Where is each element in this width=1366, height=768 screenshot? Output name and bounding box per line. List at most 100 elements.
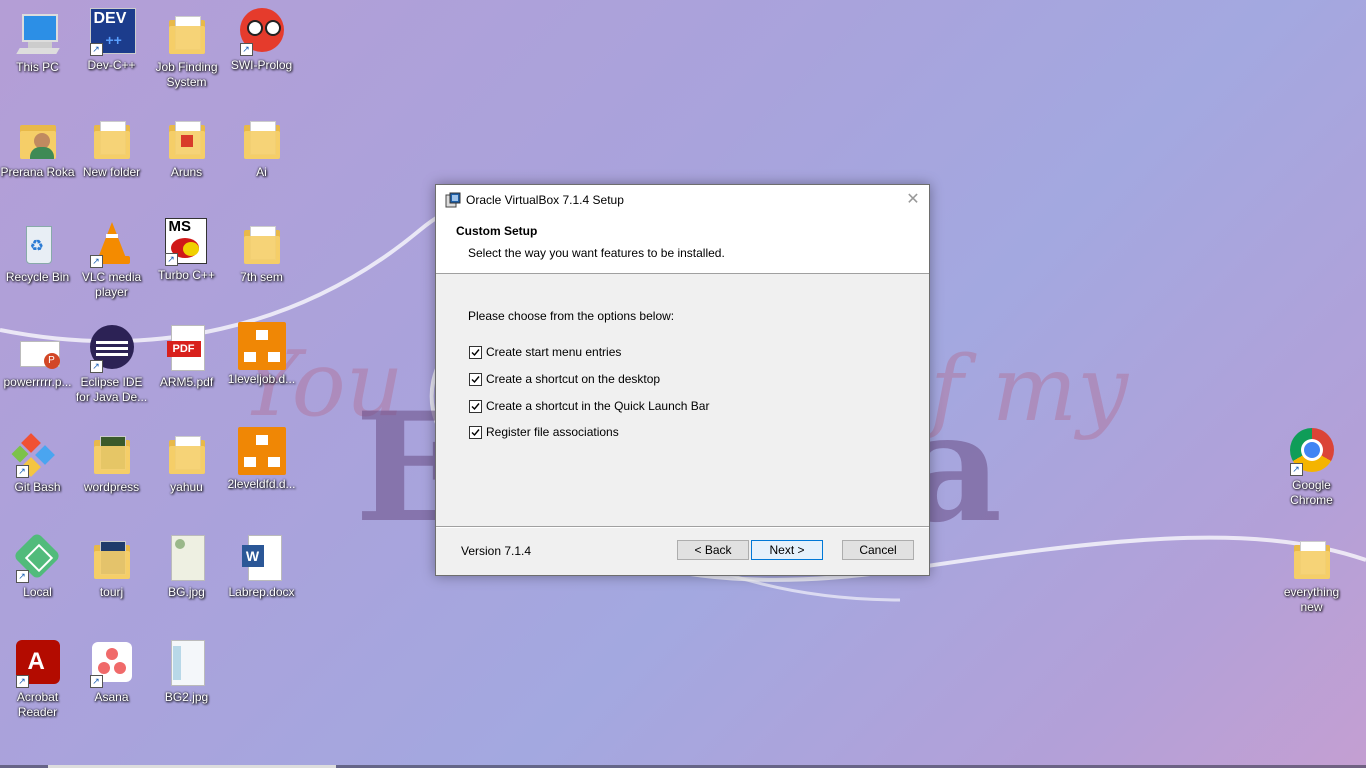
acrobat-icon: A ↗ [14, 640, 62, 688]
pdf-file-icon: PDF [163, 325, 211, 373]
option-file-associations[interactable]: Register file associations [469, 424, 619, 440]
desktop-icon-powerrrrr[interactable]: P powerrrrr.p... [0, 325, 75, 390]
desktop-icon-label: Local [23, 585, 52, 599]
desktop-icon-label: tourj [99, 585, 124, 599]
desktop-icon-label: Job Finding System [155, 60, 218, 89]
option-desktop-shortcut[interactable]: Create a shortcut on the desktop [469, 371, 660, 387]
desktop-icon-asana[interactable]: ↗ Asana [74, 640, 149, 705]
desktop-icon-1leveljob[interactable]: 1leveljob.d... [224, 322, 299, 387]
folder-icon [163, 430, 211, 478]
shortcut-arrow-icon: ↗ [89, 255, 103, 268]
shortcut-arrow-icon: ↗ [239, 43, 253, 56]
desktop-icon-aruns[interactable]: Aruns [149, 115, 224, 180]
desktop-icon-vlc[interactable]: ↗ VLC media player [74, 220, 149, 300]
desktop-icon-label: Recycle Bin [5, 270, 70, 284]
header-subtitle: Select the way you want features to be i… [468, 246, 725, 260]
desktop-icon-label: Ai [256, 165, 267, 179]
next-button[interactable]: Next > [751, 540, 823, 560]
dialog-header: Custom Setup Select the way you want fea… [436, 215, 929, 274]
dialog-title: Oracle VirtualBox 7.1.4 Setup [466, 193, 624, 207]
close-icon[interactable]: ✕ [903, 189, 923, 211]
option-start-menu-entries[interactable]: Create start menu entries [469, 344, 621, 360]
git-icon: ↗ [11, 430, 62, 478]
computer-icon [14, 10, 62, 58]
shortcut-arrow-icon: ↗ [164, 253, 178, 266]
checkbox-checked[interactable] [469, 399, 482, 413]
desktop-icon-wordpress[interactable]: wordpress [74, 430, 149, 495]
image-file-icon [163, 640, 211, 688]
desktop-icon-label: SWI-Prolog [230, 58, 293, 72]
desktop-icon-label: 7th sem [240, 270, 283, 284]
desktop-icon-acrobat-reader[interactable]: A ↗ Acrobat Reader [0, 640, 75, 720]
desktop-icon-dev-cpp[interactable]: DEV ++ ↗ Dev-C++ [74, 8, 149, 73]
desktop-icon-local[interactable]: ↗ Local [0, 531, 75, 600]
desktop-icon-2leveldfd[interactable]: 2leveldfd.d... [224, 427, 299, 492]
turbo-cpp-icon: MS ↗ [163, 218, 211, 266]
desktop-icon-labrep-docx[interactable]: W Labrep.docx [224, 535, 299, 600]
desktop-icon-label: powerrrrr.p... [3, 375, 72, 389]
checkbox-checked[interactable] [469, 372, 482, 386]
desktop-icon-git-bash[interactable]: ↗ Git Bash [0, 430, 75, 495]
user-folder-icon [14, 115, 62, 163]
word-file-icon: W [238, 535, 286, 583]
desktop-icon-new-folder[interactable]: New folder [74, 115, 149, 180]
owl-icon: ↗ [238, 8, 286, 56]
checkbox-checked[interactable] [469, 425, 482, 439]
desktop-icon-label: Asana [94, 690, 129, 704]
desktop-icon-arm5-pdf[interactable]: PDF ARM5.pdf [149, 325, 224, 390]
desktop-icon-prerana-roka[interactable]: Prerana Roka [0, 115, 75, 180]
desktop-icon-label: Eclipse IDE for Java De... [75, 375, 148, 404]
desktop-icon-label: 2leveldfd.d... [227, 477, 296, 491]
drawio-icon [237, 427, 286, 475]
asana-icon: ↗ [88, 640, 136, 688]
desktop-icon-7th-sem[interactable]: 7th sem [224, 220, 299, 285]
option-label: Create start menu entries [486, 345, 622, 359]
folder-icon [88, 115, 136, 163]
local-icon: ↗ [12, 531, 62, 583]
checkbox-checked[interactable] [469, 345, 482, 359]
desktop-icon-bg2-jpg[interactable]: BG2.jpg [149, 640, 224, 705]
desktop-icon-label: This PC [16, 60, 59, 74]
folder-icon [1288, 535, 1336, 583]
header-title: Custom Setup [456, 224, 538, 238]
desktop-icon-turbo-cpp[interactable]: MS ↗ Turbo C++ [149, 218, 224, 283]
option-label: Create a shortcut in the Quick Launch Ba… [486, 399, 710, 413]
desktop-icon-swi-prolog[interactable]: ↗ SWI-Prolog [224, 8, 299, 73]
dialog-titlebar[interactable]: Oracle VirtualBox 7.1.4 Setup ✕ [436, 185, 929, 215]
desktop-icon-label: ARM5.pdf [159, 375, 214, 389]
desktop-icon-label: Turbo C++ [158, 268, 215, 282]
desktop-icon-label: Aruns [170, 165, 203, 179]
desktop-icon-ai[interactable]: Ai [224, 115, 299, 180]
desktop-icon-label: everything new [1283, 585, 1340, 614]
desktop-icon-label: Git Bash [14, 480, 61, 494]
shortcut-arrow-icon: ↗ [89, 360, 103, 373]
desktop-icon-yahuu[interactable]: yahuu [149, 430, 224, 495]
folder-icon [238, 115, 286, 163]
cancel-button[interactable]: Cancel [842, 540, 914, 560]
desktop-icon-label: Labrep.docx [228, 585, 295, 599]
desktop-icon-everything-new[interactable]: everything new [1274, 535, 1349, 615]
desktop-icon-label: BG2.jpg [164, 690, 209, 704]
powerpoint-file-icon: P [14, 325, 62, 373]
desktop-icon-google-chrome[interactable]: ↗ Google Chrome [1274, 428, 1349, 508]
desktop-icon-label: wordpress [83, 480, 140, 494]
footer-divider [436, 526, 929, 528]
desktop-icon-job-finding-system[interactable]: Job Finding System [149, 10, 224, 90]
desktop-icon-bg-jpg[interactable]: BG.jpg [149, 535, 224, 600]
desktop-icon-tourj[interactable]: tourj [74, 535, 149, 600]
option-quick-launch-shortcut[interactable]: Create a shortcut in the Quick Launch Ba… [469, 398, 709, 414]
desktop-icon-label: Prerana Roka [0, 165, 75, 179]
drawio-icon [237, 322, 286, 370]
recycle-bin-icon: ♻ [14, 220, 62, 268]
desktop-icon-label: Acrobat Reader [16, 690, 59, 719]
shortcut-arrow-icon: ↗ [1289, 463, 1303, 476]
desktop-icon-recycle-bin[interactable]: ♻ Recycle Bin [0, 220, 75, 285]
back-button[interactable]: < Back [677, 540, 749, 560]
desktop-icon-label: Dev-C++ [87, 58, 136, 72]
devcpp-icon: DEV ++ ↗ [88, 8, 136, 56]
eclipse-icon: ↗ [88, 325, 136, 373]
desktop-icon-this-pc[interactable]: This PC [0, 10, 75, 75]
image-file-icon [163, 535, 211, 583]
desktop-icon-eclipse[interactable]: ↗ Eclipse IDE for Java De... [74, 325, 149, 405]
folder-icon [238, 220, 286, 268]
